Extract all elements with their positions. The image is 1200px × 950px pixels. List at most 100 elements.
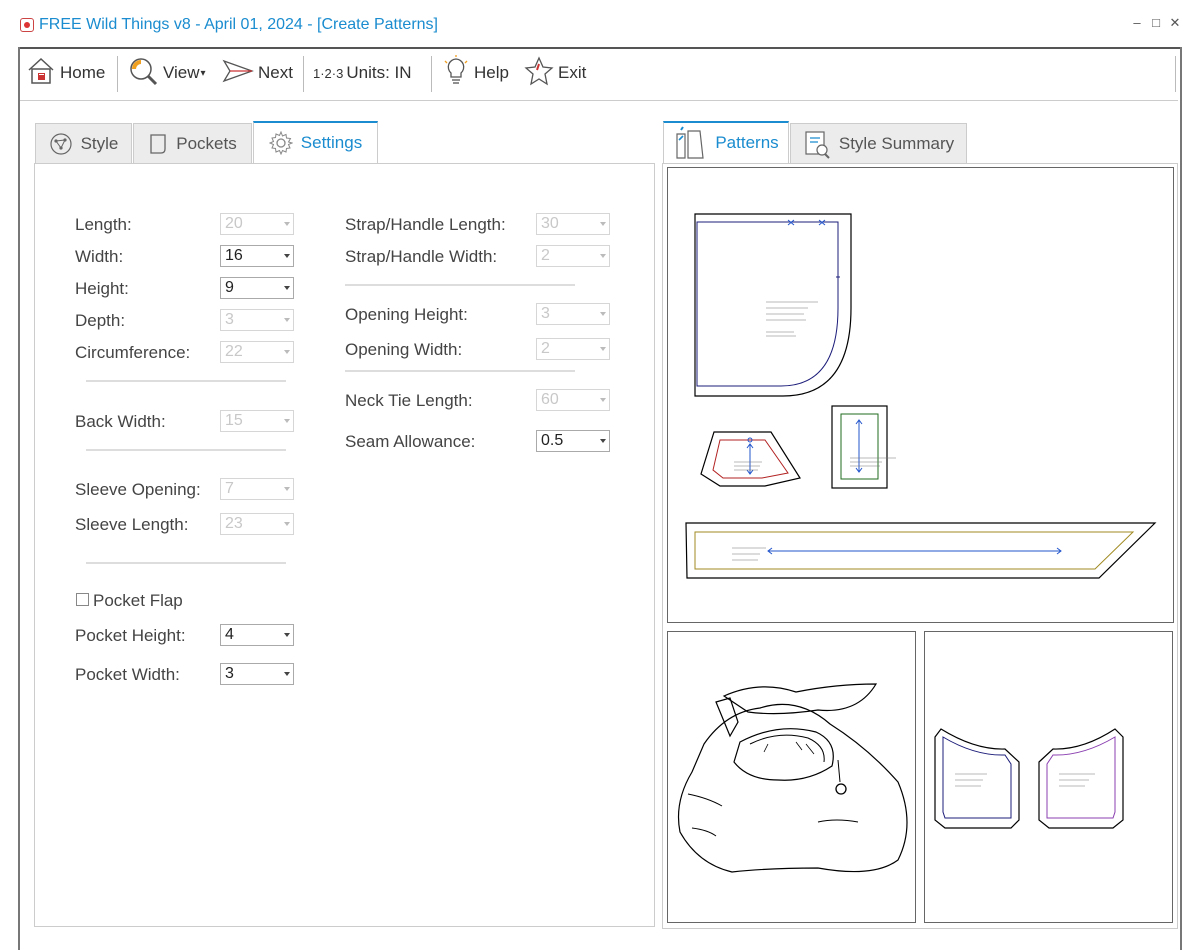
length-dropdown[interactable]: 20: [220, 213, 294, 235]
tab-settings-label: Settings: [300, 133, 363, 152]
sleeve-length-dropdown[interactable]: 23: [220, 513, 294, 535]
units-button[interactable]: 1·2·3 Units: IN: [313, 49, 412, 97]
chevron-down-icon: [600, 222, 606, 226]
sleeve-opening-dropdown[interactable]: 7: [220, 478, 294, 500]
tab-style-summary-label: Style Summary: [838, 133, 955, 153]
height-dropdown[interactable]: 9: [220, 277, 294, 299]
chevron-down-icon: [284, 318, 290, 322]
tab-style[interactable]: Style: [35, 123, 132, 163]
summary-icon: [805, 130, 830, 159]
pocket-pattern-drawing: [934, 728, 1124, 829]
exit-button[interactable]: Exit: [524, 49, 586, 97]
pocket-pattern-view[interactable]: [924, 631, 1173, 923]
tab-style-summary[interactable]: Style Summary: [790, 123, 967, 163]
depth-label: Depth:: [75, 311, 126, 330]
opening-width-dropdown[interactable]: 2: [536, 338, 610, 360]
chevron-down-icon: [284, 222, 290, 226]
chevron-down-icon: [284, 522, 290, 526]
toolbar-separator: [1175, 56, 1176, 92]
strap-width-dropdown[interactable]: 2: [536, 245, 610, 267]
units-icon: 1·2·3: [313, 65, 344, 81]
lightbulb-icon: [442, 54, 470, 92]
opening-height-label: Opening Height:: [345, 305, 468, 324]
back-width-value: 15: [225, 412, 243, 429]
section-divider: [86, 449, 286, 451]
next-label: Next: [258, 63, 293, 82]
pocket-height-value: 4: [225, 626, 234, 643]
view-caret-icon: ▾: [200, 67, 206, 79]
length-label: Length:: [75, 215, 132, 234]
chevron-down-icon: [600, 347, 606, 351]
opening-width-value: 2: [541, 340, 550, 357]
star-icon: [524, 55, 554, 91]
strap-length-value: 30: [541, 215, 559, 232]
maximize-button[interactable]: □: [1147, 14, 1165, 32]
opening-width-label: Opening Width:: [345, 340, 463, 359]
pocket-width-label: Pocket Width:: [75, 665, 180, 684]
pocket-width-dropdown[interactable]: 3: [220, 663, 294, 685]
pocket-width-value: 3: [225, 665, 234, 682]
tab-pockets[interactable]: Pockets: [133, 123, 252, 163]
chevron-down-icon: [284, 286, 290, 290]
circumference-dropdown[interactable]: 22: [220, 341, 294, 363]
house-icon: [26, 56, 56, 91]
style-sketch-view[interactable]: [667, 631, 916, 923]
length-value: 20: [225, 215, 243, 232]
pattern-layout-view[interactable]: [667, 167, 1174, 623]
paper-plane-icon: [222, 58, 254, 89]
frame-left-border: [18, 47, 20, 950]
magnifier-icon: [127, 55, 159, 92]
units-label: Units: IN: [346, 63, 412, 82]
pocket-height-label: Pocket Height:: [75, 626, 186, 645]
seam-allowance-dropdown[interactable]: 0.5: [536, 430, 610, 452]
opening-height-dropdown[interactable]: 3: [536, 303, 610, 325]
back-width-label: Back Width:: [75, 412, 166, 431]
width-dropdown[interactable]: 16: [220, 245, 294, 267]
pocket-height-dropdown[interactable]: 4: [220, 624, 294, 646]
bag-sketch-drawing: [677, 683, 908, 873]
back-width-dropdown[interactable]: 15: [220, 410, 294, 432]
section-divider: [86, 562, 286, 564]
circumference-value: 22: [225, 343, 243, 360]
frame-right-border: [1180, 47, 1182, 950]
strap-length-dropdown[interactable]: 30: [536, 213, 610, 235]
circumference-label: Circumference:: [75, 343, 191, 362]
height-value: 9: [225, 279, 234, 296]
depth-dropdown[interactable]: 3: [220, 309, 294, 331]
pocket-flap-checkbox[interactable]: [76, 593, 89, 606]
height-label: Height:: [75, 279, 129, 298]
neck-tie-length-dropdown[interactable]: 60: [536, 389, 610, 411]
width-label: Width:: [75, 247, 124, 266]
close-button[interactable]: ✕: [1166, 14, 1184, 32]
depth-value: 3: [225, 311, 234, 328]
chevron-down-icon: [284, 487, 290, 491]
view-menu-button[interactable]: View ▾: [127, 49, 206, 97]
app-icon: [20, 18, 34, 32]
pattern-pieces-icon: [676, 126, 705, 159]
neck-tie-length-value: 60: [541, 391, 559, 408]
window-title: FREE Wild Things v8 - April 01, 2024 - […: [39, 16, 438, 33]
minimize-button[interactable]: –: [1128, 14, 1146, 32]
help-button[interactable]: Help: [442, 49, 509, 97]
home-button[interactable]: Home: [26, 49, 105, 97]
toolbar-separator: [431, 56, 432, 92]
pocket-flap-label: Pocket Flap: [93, 591, 183, 610]
pattern-layout-drawing: [685, 213, 1157, 579]
chevron-down-icon: [600, 312, 606, 316]
sleeve-length-label: Sleeve Length:: [75, 515, 189, 534]
sleeve-opening-label: Sleeve Opening:: [75, 480, 201, 499]
tab-patterns[interactable]: Patterns: [663, 121, 789, 163]
section-divider: [345, 370, 575, 372]
toolbar-separator: [117, 56, 118, 92]
settings-panel: [34, 163, 655, 927]
chevron-down-icon: [284, 350, 290, 354]
opening-height-value: 3: [541, 305, 550, 322]
section-divider: [86, 380, 286, 382]
exit-label: Exit: [558, 63, 587, 82]
strap-length-label: Strap/Handle Length:: [345, 215, 506, 234]
chevron-down-icon: [600, 254, 606, 258]
help-label: Help: [474, 63, 509, 82]
next-button[interactable]: Next: [222, 49, 293, 97]
chevron-down-icon: [600, 439, 606, 443]
tab-settings[interactable]: Settings: [253, 121, 378, 163]
